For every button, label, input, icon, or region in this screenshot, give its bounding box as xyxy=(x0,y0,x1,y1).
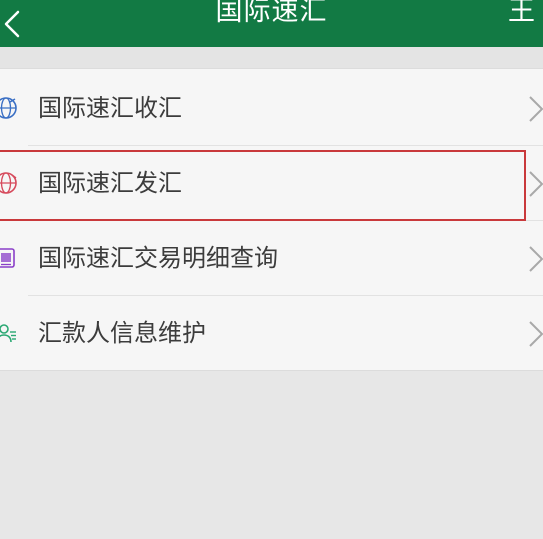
page-title: 国际速汇 xyxy=(215,0,328,27)
menu-item-label: 国际速汇交易明细查询 xyxy=(38,244,278,272)
menu-item-remitter-info[interactable]: 汇款人信息维护 xyxy=(0,296,543,371)
menu-item-receive[interactable]: 国际速汇收汇 xyxy=(0,71,543,146)
person-info-icon xyxy=(0,324,16,343)
menu-list: 国际速汇收汇 国际速汇发汇 国际速汇交易明细查询 汇款人信息维护 xyxy=(0,68,543,371)
menu-item-label: 汇款人信息维护 xyxy=(38,319,206,347)
menu-item-transaction-query[interactable]: 国际速汇交易明细查询 xyxy=(0,221,543,296)
header-right-label[interactable]: 王 xyxy=(508,0,535,27)
chevron-right-icon xyxy=(529,321,543,347)
section-gap xyxy=(0,47,543,68)
chevron-right-icon xyxy=(529,246,543,272)
chevron-right-icon xyxy=(529,96,543,122)
top-nav-bar: 国际速汇 王 xyxy=(0,0,543,47)
document-icon xyxy=(0,248,15,268)
highlight-box xyxy=(0,150,526,221)
menu-item-label: 国际速汇收汇 xyxy=(38,94,182,122)
globe-icon xyxy=(0,97,17,119)
chevron-right-icon xyxy=(529,171,543,197)
